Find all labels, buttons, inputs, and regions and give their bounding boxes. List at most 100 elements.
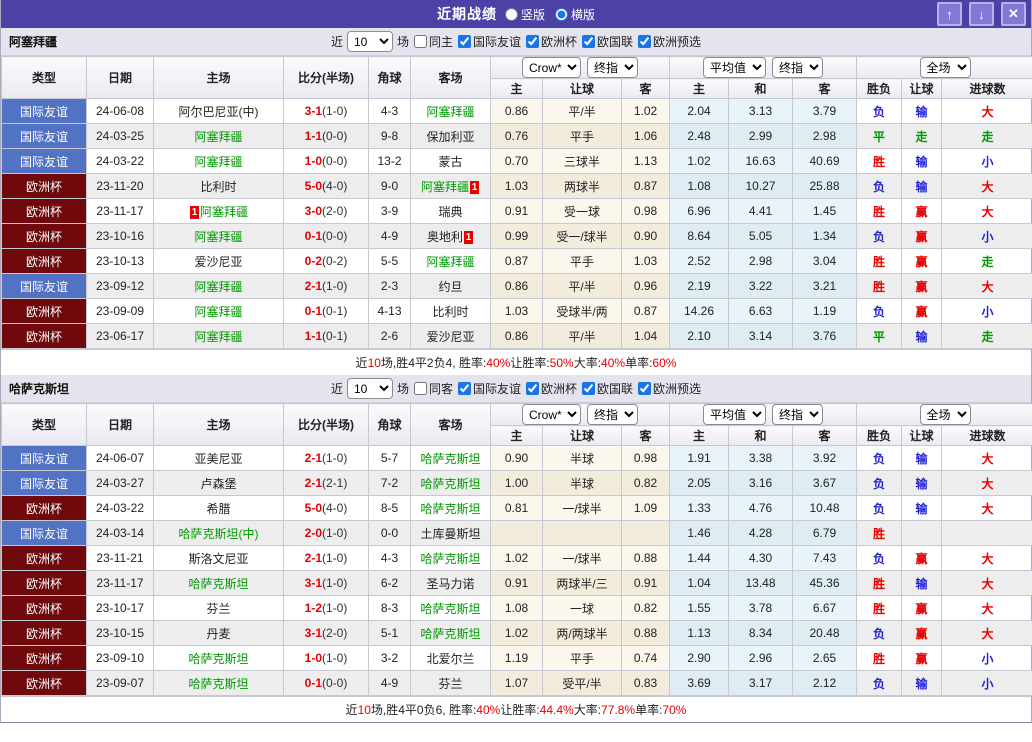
date-cell: 24-03-27: [87, 471, 154, 496]
average-home-odds: 1.04: [670, 571, 729, 596]
fulltime-score: 3-1: [305, 576, 322, 590]
league-checkbox-2[interactable]: [582, 382, 595, 395]
same-home-filter[interactable]: 同主: [413, 33, 453, 50]
result-goals: 大: [942, 496, 1032, 521]
layout-radio-vertical[interactable]: [505, 8, 518, 21]
average-source-select-1[interactable]: 终指: [772, 404, 823, 425]
window-title: 近期战绩: [437, 4, 497, 24]
column-header-4: 角球: [369, 404, 411, 446]
away-team: 爱沙尼亚: [411, 324, 491, 349]
summary-segment-1: 10: [358, 703, 371, 717]
handicap-away-odds: 0.87: [622, 299, 670, 324]
fullmatch-select-0[interactable]: 全场: [920, 57, 971, 78]
result-goals: [942, 521, 1032, 546]
result-winlose: 负: [857, 471, 902, 496]
league-checkbox-1[interactable]: [526, 382, 539, 395]
match-row: 欧洲杯23-06-17阿塞拜疆1-1(0-1)2-6爱沙尼亚0.86平/半1.0…: [2, 324, 1032, 349]
average-home-odds: 2.52: [670, 249, 729, 274]
average-source-select-0[interactable]: 平均值: [703, 57, 766, 78]
odds-sub-header-2: 客: [622, 426, 670, 446]
score-cell: 1-1(0-0): [284, 124, 369, 149]
corners-cell: 4-3: [369, 546, 411, 571]
summary-segment-0: 近: [356, 354, 368, 371]
summary-segment-4: 让胜率:: [510, 354, 549, 371]
home-team: 阿塞拜疆: [154, 149, 284, 174]
odds-source-cell: Crow* 终指: [491, 57, 670, 79]
home-team-name: 爱沙尼亚: [194, 255, 242, 269]
result-winlose: 负: [857, 546, 902, 571]
average-source-select-0[interactable]: 平均值: [703, 404, 766, 425]
summary-segment-1: 10: [368, 356, 381, 370]
odds-sub-header-1: 让球: [543, 79, 622, 99]
fulltime-score: 2-0: [305, 526, 322, 540]
league-filter-0[interactable]: 国际友谊: [457, 380, 521, 397]
odds-source-select-1[interactable]: 终指: [587, 57, 638, 78]
odds-source-select-1[interactable]: 终指: [587, 404, 638, 425]
result-winlose: 负: [857, 224, 902, 249]
handicap-home-odds: 1.03: [491, 299, 543, 324]
odds-source-select-0[interactable]: Crow*: [522, 57, 581, 78]
league-filter-1[interactable]: 欧洲杯: [525, 33, 577, 50]
result-winlose: 平: [857, 124, 902, 149]
odds-source-select-0[interactable]: Crow*: [522, 404, 581, 425]
league-type-cell: 欧洲杯: [2, 621, 87, 646]
near-count-select[interactable]: 10: [347, 31, 393, 52]
column-header-1: 日期: [87, 57, 154, 99]
league-checkbox-0[interactable]: [458, 382, 471, 395]
halftime-score: (1-0): [322, 601, 347, 615]
match-row: 欧洲杯23-09-07哈萨克斯坦0-1(0-0)4-9芬兰1.07受平/半0.8…: [2, 671, 1032, 696]
league-type-cell: 欧洲杯: [2, 174, 87, 199]
result-winlose: 胜: [857, 646, 902, 671]
league-filter-2[interactable]: 欧国联: [581, 33, 633, 50]
away-team: 哈萨克斯坦: [411, 496, 491, 521]
average-home-odds: 1.44: [670, 546, 729, 571]
avg-sub-header-0: 主: [670, 426, 729, 446]
league-checkbox-3[interactable]: [638, 35, 651, 48]
result-goals: 小: [942, 224, 1032, 249]
league-filter-2[interactable]: 欧国联: [581, 380, 633, 397]
result-goals: 大: [942, 199, 1032, 224]
league-type-cell: 欧洲杯: [2, 671, 87, 696]
home-team: 阿塞拜疆: [154, 224, 284, 249]
handicap-line: 两/两球半: [543, 621, 622, 646]
league-filter-0[interactable]: 国际友谊: [457, 33, 521, 50]
league-checkbox-2[interactable]: [582, 35, 595, 48]
result-winlose: 负: [857, 446, 902, 471]
move-down-button[interactable]: ↓: [969, 2, 994, 26]
result-handicap: 赢: [902, 646, 942, 671]
league-type-cell: 国际友谊: [2, 446, 87, 471]
fulltime-score: 2-1: [305, 279, 322, 293]
average-source-select-1[interactable]: 终指: [772, 57, 823, 78]
result-goals: 小: [942, 299, 1032, 324]
same-home-checkbox[interactable]: [414, 35, 427, 48]
near-count-select[interactable]: 10: [347, 378, 393, 399]
league-checkbox-3[interactable]: [638, 382, 651, 395]
home-team-name: 阿尔巴尼亚(中): [179, 105, 259, 119]
league-filter-3[interactable]: 欧洲预选: [637, 380, 701, 397]
layout-option-vertical[interactable]: 竖版: [505, 6, 545, 23]
sections-container: 阿塞拜疆近10场同主国际友谊欧洲杯欧国联欧洲预选类型日期主场比分(半场)角球客场…: [1, 28, 1031, 722]
home-team: 哈萨克斯坦: [154, 646, 284, 671]
league-filter-1[interactable]: 欧洲杯: [525, 380, 577, 397]
date-cell: 23-09-07: [87, 671, 154, 696]
same-away-filter[interactable]: 同客: [413, 380, 453, 397]
date-cell: 23-10-15: [87, 621, 154, 646]
result-winlose: 负: [857, 299, 902, 324]
match-row: 国际友谊23-09-12阿塞拜疆2-1(1-0)2-3约旦0.86平/半0.96…: [2, 274, 1032, 299]
away-team: 约旦: [411, 274, 491, 299]
result-handicap: 赢: [902, 199, 942, 224]
league-checkbox-0[interactable]: [458, 35, 471, 48]
layout-option-horizontal[interactable]: 横版: [555, 6, 595, 23]
league-filter-3[interactable]: 欧洲预选: [637, 33, 701, 50]
halftime-score: (2-0): [322, 204, 347, 218]
league-checkbox-1[interactable]: [526, 35, 539, 48]
close-button[interactable]: ✕: [1001, 2, 1026, 26]
fullmatch-cell: 全场: [857, 404, 1032, 426]
same-away-checkbox[interactable]: [414, 382, 427, 395]
match-row: 欧洲杯23-11-171阿塞拜疆3-0(2-0)3-9瑞典0.91受一球0.98…: [2, 199, 1032, 224]
match-row: 国际友谊24-03-14哈萨克斯坦(中)2-0(1-0)0-0土库曼斯坦1.46…: [2, 521, 1032, 546]
fullmatch-select-0[interactable]: 全场: [920, 404, 971, 425]
move-up-button[interactable]: ↑: [937, 2, 962, 26]
average-away-odds: 3.79: [793, 99, 857, 124]
layout-radio-horizontal[interactable]: [555, 8, 568, 21]
